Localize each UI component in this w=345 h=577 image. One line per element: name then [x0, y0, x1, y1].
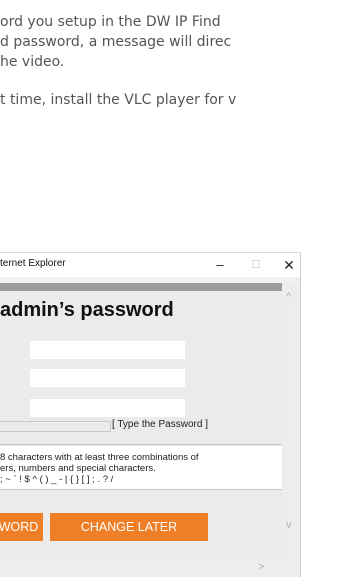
close-icon[interactable]: ✕ [274, 255, 304, 275]
scroll-right-icon[interactable]: > [258, 561, 264, 573]
ie-popup-window: ternet Explorer – ☐ ✕ admin’s password [… [0, 252, 301, 577]
instruction-line-1: ord you setup in the DW IP Find [0, 14, 221, 30]
password-strength-meter [0, 421, 111, 432]
password-dialog: admin’s password [ Type the Password ] 8… [0, 291, 282, 561]
current-password-field[interactable] [30, 341, 185, 359]
scroll-up-icon[interactable]: ^ [286, 291, 291, 303]
window-titlebar[interactable]: ternet Explorer – ☐ ✕ [0, 253, 300, 277]
dialog-heading: admin’s password [0, 299, 174, 321]
minimize-icon[interactable]: – [205, 255, 235, 275]
maximize-icon[interactable]: ☐ [241, 255, 271, 275]
divider [0, 489, 282, 490]
confirm-password-field[interactable] [30, 399, 185, 417]
instruction-line-3: he video. [0, 54, 65, 70]
rule-line: ; ~ ` ! $ ^ ( ) _ - | { } [ ] ; . ? / [0, 474, 114, 485]
vertical-scrollbar[interactable]: ^ v [282, 283, 300, 561]
new-password-field[interactable] [30, 369, 185, 387]
divider [0, 444, 282, 445]
window-title: ternet Explorer [0, 258, 66, 269]
horizontal-scrollbar[interactable]: > [0, 561, 300, 577]
rule-line: ers, numbers and special characters. [0, 463, 156, 474]
strength-label: [ Type the Password ] [112, 419, 208, 430]
rule-line: 8 characters with at least three combina… [0, 452, 199, 463]
header-strip [0, 283, 282, 291]
password-rules: 8 characters with at least three combina… [0, 446, 282, 489]
instruction-line-2: d password, a message will direc [0, 34, 232, 50]
scroll-down-icon[interactable]: v [286, 519, 292, 531]
change-later-button[interactable]: CHANGE LATER [50, 513, 208, 541]
change-password-button[interactable]: WORD [0, 513, 43, 541]
instruction-line-4: t time, install the VLC player for v [0, 92, 237, 108]
